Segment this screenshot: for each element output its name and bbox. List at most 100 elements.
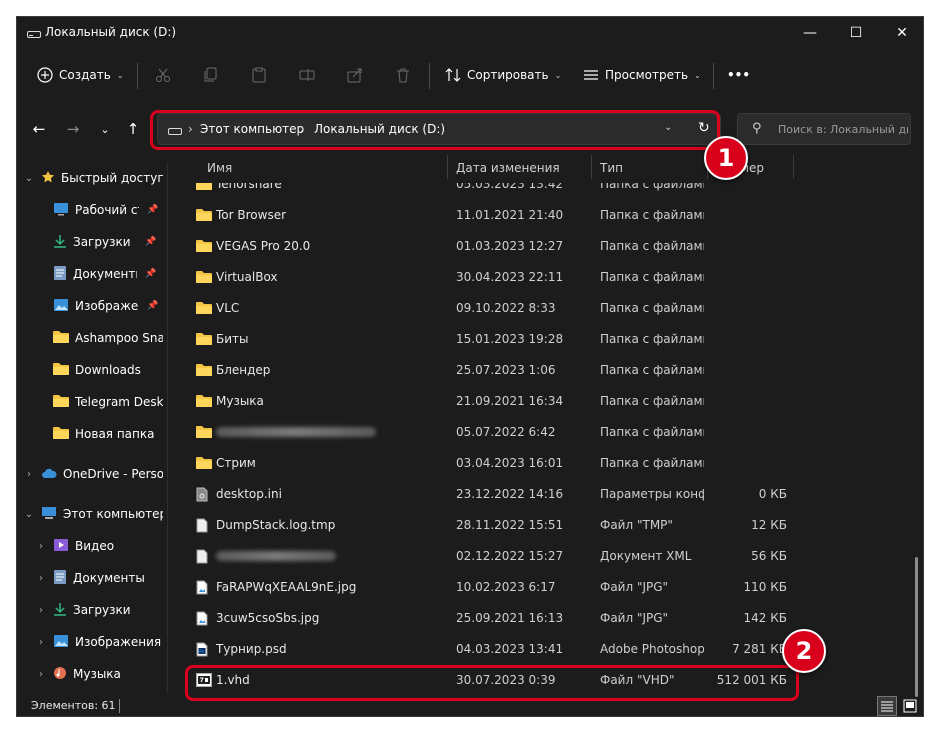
arrow-up-icon: ↑ (126, 120, 140, 138)
nav-item[interactable]: › Музыка (35, 659, 121, 689)
create-button[interactable]: Создать ⌄ (37, 60, 124, 90)
file-row[interactable]: Музыка 21.09.2021 16:34 Папка с файлами (177, 386, 907, 417)
chevron-right-icon[interactable]: › (35, 605, 47, 616)
nav-item[interactable]: ⌄ Быстрый доступ (23, 163, 163, 193)
file-name: DumpStack.log.tmp (216, 518, 336, 532)
vertical-scrollbar[interactable] (915, 557, 918, 697)
details-view-button[interactable] (877, 696, 897, 716)
more-button[interactable]: ••• (727, 60, 750, 90)
column-separator[interactable] (793, 155, 794, 179)
file-name: Биты (216, 332, 249, 346)
nav-item[interactable]: › Изображения (35, 627, 161, 657)
nav-item[interactable]: Ashampoo Snap (53, 323, 163, 353)
minimize-button[interactable]: — (787, 17, 833, 49)
file-name: desktop.ini (216, 487, 282, 501)
column-separator[interactable] (447, 155, 448, 179)
file-name: Музыка (216, 394, 264, 408)
chevron-down-icon[interactable]: ⌄ (23, 509, 35, 520)
file-row[interactable]: Блендер 25.07.2023 1:06 Папка с файлами (177, 355, 907, 386)
file-size: 12 КБ (751, 518, 787, 532)
document-icon (53, 569, 67, 588)
chevron-right-icon[interactable]: › (35, 637, 47, 648)
copy-button[interactable] (203, 60, 219, 90)
nav-item[interactable]: Downloads (53, 355, 141, 385)
nav-item[interactable]: › OneDrive - Personal (23, 459, 163, 489)
file-row[interactable]: Tor Browser 11.01.2021 21:40 Папка с файла… (177, 200, 907, 231)
search-box[interactable]: ⚲ Поиск в: Локальный диск (D:) (737, 113, 911, 145)
nav-item[interactable]: Telegram Desktop (53, 387, 163, 417)
file-type: Папка с файлами (600, 363, 704, 377)
file-date: 04.03.2023 13:41 (456, 642, 564, 656)
file-row[interactable]: VLC 09.10.2022 8:33 Папка с файлами (177, 293, 907, 324)
nav-item[interactable]: Загрузки 📌 (53, 227, 156, 257)
folder-icon (196, 394, 212, 411)
share-button[interactable] (347, 60, 363, 90)
nav-item[interactable]: › Загрузки (35, 595, 131, 625)
chevron-down-icon: ⌄ (100, 122, 110, 136)
rename-icon (299, 69, 315, 81)
column-date[interactable]: Дата изменения (456, 161, 560, 175)
maximize-button[interactable]: ☐ (833, 17, 879, 49)
svg-text:Ps: Ps (199, 649, 205, 655)
forward-button[interactable]: → (61, 117, 85, 141)
file-row[interactable]: VirtualBox 30.04.2023 22:11 Папка с файлам… (177, 262, 907, 293)
pin-icon: 📌 (145, 269, 157, 279)
delete-button[interactable] (395, 60, 411, 90)
column-separator[interactable] (591, 155, 592, 179)
view-label: Просмотреть (605, 68, 689, 82)
search-input[interactable]: Поиск в: Локальный диск (D:) (778, 123, 908, 136)
file-row[interactable]: Tenorshare 05.03.2023 13:42 Папка с файлам… (177, 183, 907, 200)
column-name[interactable]: Имя (207, 161, 232, 175)
file-date: 05.07.2022 6:42 (456, 425, 556, 439)
file-row[interactable]: 05.07.2022 6:42 Папка с файлами (177, 417, 907, 448)
scissors-icon (156, 68, 170, 82)
chevron-down-icon[interactable]: ⌄ (23, 173, 35, 184)
arrow-left-icon: ← (32, 120, 46, 138)
file-name: FaRAPWqXEAAL9nE.jpg (216, 580, 357, 594)
file-date: 09.10.2022 8:33 (456, 301, 556, 315)
nav-item[interactable]: › Видео (35, 531, 114, 561)
chevron-right-icon[interactable]: › (23, 469, 35, 480)
file-name: Tor Browser (216, 208, 287, 222)
title-bar: Локальный диск (D:) — ☐ ✕ (17, 17, 923, 49)
nav-item[interactable]: › Документы (35, 563, 145, 593)
file-row[interactable]: Биты 15.01.2023 19:28 Папка с файлами (177, 324, 907, 355)
chevron-right-icon[interactable]: › (35, 541, 47, 552)
nav-item-label: Telegram Desktop (75, 395, 163, 409)
rename-button[interactable] (299, 60, 315, 90)
file-row[interactable]: DumpStack.log.tmp 28.11.2022 15:51 Файл "T… (177, 510, 907, 541)
nav-item[interactable]: ⌄ Этот компьютер (23, 499, 163, 529)
file-row[interactable]: VEGAS Pro 20.0 01.03.2023 12:27 Папка с фа… (177, 231, 907, 262)
nav-item[interactable]: Новая папка (53, 419, 154, 449)
file-row[interactable]: 02.12.2022 15:27 Документ XML 56 КБ (177, 541, 907, 572)
tiles-view-button[interactable] (900, 696, 920, 716)
close-button[interactable]: ✕ (879, 17, 925, 49)
sort-button[interactable]: Сортировать ⌄ (445, 60, 561, 90)
nav-item[interactable]: Изображения 📌 (53, 291, 158, 321)
paste-button[interactable] (251, 60, 267, 90)
view-button[interactable]: Просмотреть ⌄ (583, 60, 701, 90)
chevron-right-icon[interactable]: › (35, 573, 47, 584)
file-row[interactable]: desktop.ini 23.12.2022 14:16 Параметры кон… (177, 479, 907, 510)
recent-button[interactable]: ⌄ (93, 117, 117, 141)
file-name: VirtualBox (216, 270, 278, 284)
file-row[interactable]: FaRAPWqXEAAL9nE.jpg 10.02.2023 6:17 Файл "… (177, 572, 907, 603)
file-size: 110 КБ (743, 580, 787, 594)
pane-divider[interactable] (167, 163, 168, 693)
up-button[interactable]: ↑ (121, 117, 145, 141)
column-type[interactable]: Тип (600, 161, 623, 175)
search-icon: ⚲ (752, 121, 762, 136)
computer-icon (41, 506, 57, 523)
folder-icon (53, 330, 69, 347)
cut-button[interactable] (155, 60, 171, 90)
nav-item-label: Документы (73, 571, 145, 585)
nav-item[interactable]: Документы 📌 (53, 259, 156, 289)
column-header: Имя Дата изменения Тип Размер (177, 155, 907, 183)
back-button[interactable]: ← (27, 117, 51, 141)
folder-icon (196, 301, 212, 318)
nav-item[interactable]: Рабочий стол 📌 (53, 195, 158, 225)
chevron-right-icon[interactable]: › (35, 669, 47, 680)
file-size: 56 КБ (751, 549, 787, 563)
folder-icon (196, 456, 212, 473)
file-row[interactable]: Стрим 03.04.2023 16:01 Папка с файлами (177, 448, 907, 479)
